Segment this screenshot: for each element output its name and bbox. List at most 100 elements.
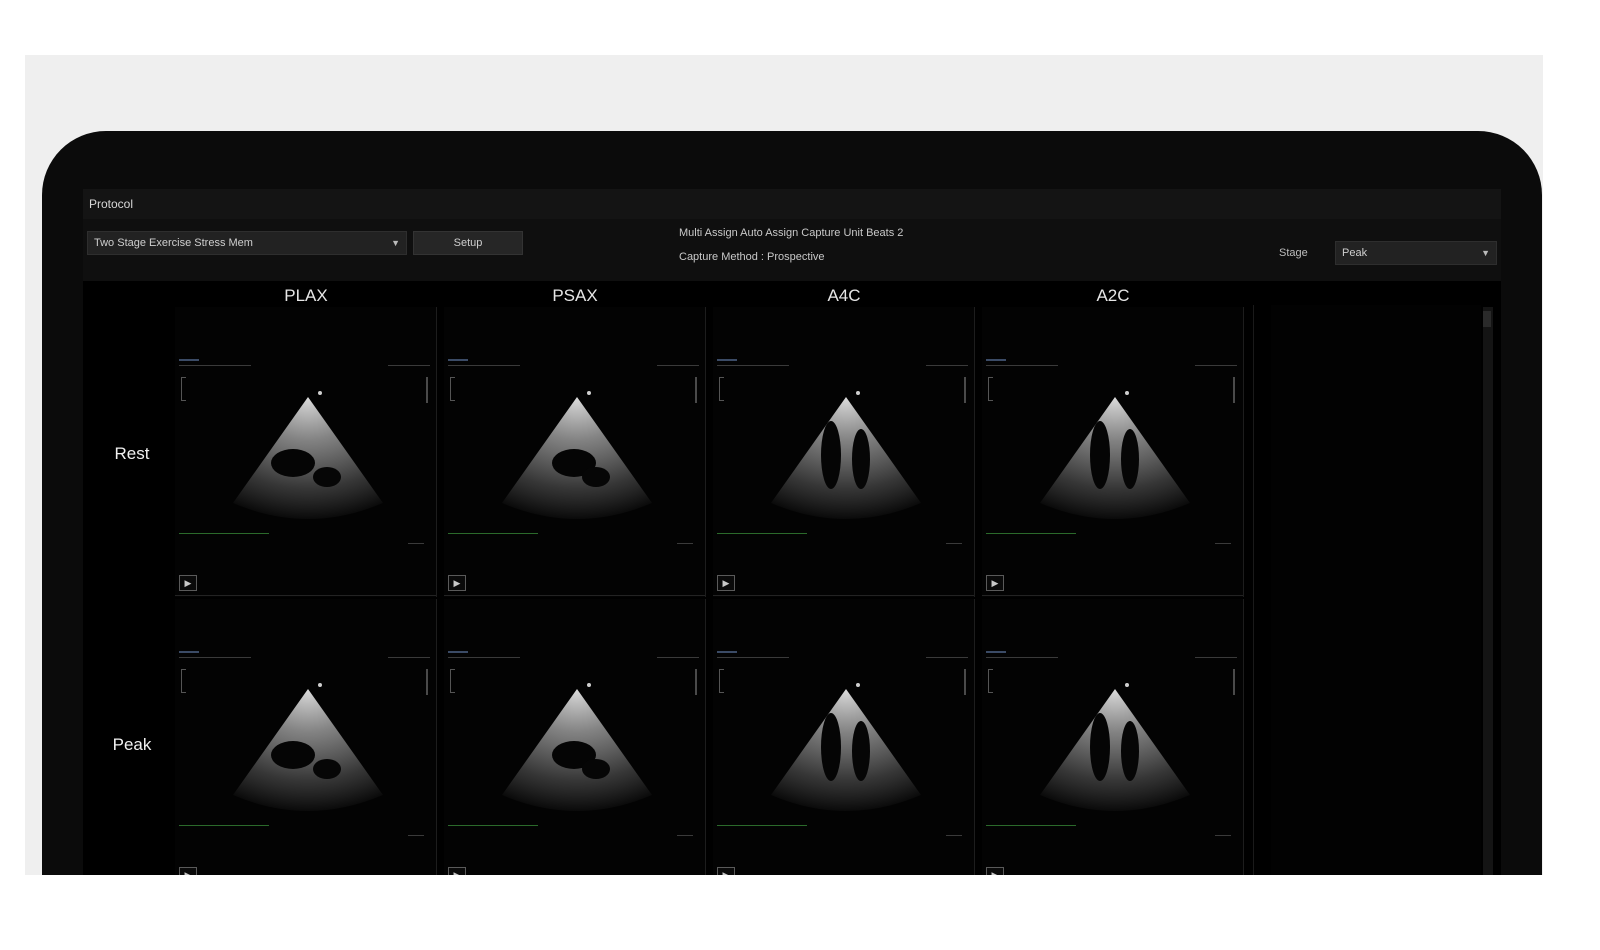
header-line bbox=[448, 657, 520, 658]
header-tag bbox=[179, 359, 199, 361]
backdrop: Protocol Two Stage Exercise Stress Mem ▼… bbox=[25, 55, 1543, 875]
depth-scale bbox=[450, 669, 455, 693]
ultrasound-image bbox=[771, 391, 921, 519]
ultrasound-image bbox=[1040, 683, 1190, 811]
header-line-right bbox=[1195, 365, 1237, 366]
app-screen: Protocol Two Stage Exercise Stress Mem ▼… bbox=[83, 189, 1501, 875]
depth-scale bbox=[988, 669, 993, 693]
gain-scale bbox=[1233, 377, 1235, 403]
play-icon[interactable]: ▶ bbox=[448, 575, 466, 591]
gain-scale bbox=[964, 669, 966, 695]
gain-scale bbox=[964, 377, 966, 403]
column-header-a4c: A4C bbox=[827, 286, 861, 305]
ecg-marker bbox=[408, 543, 424, 544]
ecg-marker bbox=[1215, 543, 1231, 544]
header-line bbox=[448, 365, 520, 366]
header-line bbox=[986, 657, 1058, 658]
header-line bbox=[717, 657, 789, 658]
protocol-bar: Protocol bbox=[83, 189, 1501, 219]
ecg-marker bbox=[677, 835, 693, 836]
depth-scale bbox=[719, 669, 724, 693]
header-tag bbox=[717, 651, 737, 653]
play-icon[interactable]: ▶ bbox=[986, 575, 1004, 591]
ultrasound-image bbox=[502, 683, 652, 811]
gain-scale bbox=[695, 377, 697, 403]
depth-scale bbox=[988, 377, 993, 401]
ecg-marker bbox=[1215, 835, 1231, 836]
tile-divider bbox=[713, 595, 974, 596]
header-line bbox=[717, 365, 789, 366]
vertical-scrollbar[interactable] bbox=[1483, 307, 1493, 875]
monitor-bezel: Protocol Two Stage Exercise Stress Mem ▼… bbox=[42, 131, 1542, 875]
header-line bbox=[986, 365, 1058, 366]
depth-scale bbox=[181, 669, 186, 693]
header-line bbox=[179, 365, 251, 366]
depth-scale bbox=[181, 377, 186, 401]
echo-tile-rest-a4c[interactable]: ▶ bbox=[713, 307, 975, 597]
protocol-title: Protocol bbox=[89, 197, 134, 211]
row-label-rest: Rest bbox=[114, 444, 150, 463]
gain-scale bbox=[695, 669, 697, 695]
play-icon[interactable]: ▶ bbox=[448, 867, 466, 875]
header-line-right bbox=[926, 365, 968, 366]
gain-scale bbox=[426, 669, 428, 695]
gain-scale bbox=[1233, 669, 1235, 695]
tile-divider bbox=[175, 595, 436, 596]
header-line-right bbox=[657, 657, 699, 658]
tile-divider bbox=[982, 595, 1243, 596]
header-tag bbox=[986, 651, 1006, 653]
header-tag bbox=[717, 359, 737, 361]
row-label-peak: Peak bbox=[112, 735, 152, 754]
stage-select[interactable]: Peak ▼ bbox=[1335, 241, 1497, 265]
echo-tile-rest-psax[interactable]: ▶ bbox=[444, 307, 706, 597]
play-icon[interactable]: ▶ bbox=[179, 575, 197, 591]
ultrasound-image bbox=[233, 391, 383, 519]
tile-divider bbox=[444, 595, 705, 596]
echo-tile-peak-psax[interactable]: ▶ bbox=[444, 599, 706, 875]
play-icon[interactable]: ▶ bbox=[179, 867, 197, 875]
echo-tile-peak-a2c[interactable]: ▶ bbox=[982, 599, 1244, 875]
ecg-marker bbox=[677, 543, 693, 544]
capture-info-line: Multi Assign Auto Assign Capture Unit Be… bbox=[679, 227, 904, 239]
ecg-marker bbox=[946, 835, 962, 836]
play-icon[interactable]: ▶ bbox=[717, 867, 735, 875]
depth-scale bbox=[719, 377, 724, 401]
header-line-right bbox=[926, 657, 968, 658]
stage-select-value: Peak bbox=[1342, 247, 1368, 259]
header-line bbox=[179, 657, 251, 658]
header-line-right bbox=[388, 657, 430, 658]
ecg-marker bbox=[946, 543, 962, 544]
play-icon[interactable]: ▶ bbox=[986, 867, 1004, 875]
side-panel bbox=[1271, 305, 1481, 875]
header-tag bbox=[179, 651, 199, 653]
column-header-psax: PSAX bbox=[552, 286, 598, 305]
header-tag bbox=[448, 651, 468, 653]
ultrasound-image bbox=[502, 391, 652, 519]
header-line-right bbox=[657, 365, 699, 366]
gain-scale bbox=[426, 377, 428, 403]
capture-method-line: Capture Method : Prospective bbox=[679, 251, 825, 263]
header-tag bbox=[448, 359, 468, 361]
control-bar: Two Stage Exercise Stress Mem ▼ Setup Mu… bbox=[83, 219, 1501, 281]
echo-tile-peak-plax[interactable]: ▶ bbox=[175, 599, 437, 875]
chevron-down-icon: ▼ bbox=[391, 238, 400, 248]
column-header-plax: PLAX bbox=[284, 286, 328, 305]
ultrasound-image bbox=[233, 683, 383, 811]
play-icon[interactable]: ▶ bbox=[717, 575, 735, 591]
ultrasound-image bbox=[1040, 391, 1190, 519]
echo-tile-rest-plax[interactable]: ▶ bbox=[175, 307, 437, 597]
protocol-select[interactable]: Two Stage Exercise Stress Mem ▼ bbox=[87, 231, 407, 255]
echo-tile-peak-a4c[interactable]: ▶ bbox=[713, 599, 975, 875]
echo-tile-rest-a2c[interactable]: ▶ bbox=[982, 307, 1244, 597]
stage-label: Stage bbox=[1279, 247, 1308, 259]
scroll-thumb[interactable] bbox=[1483, 311, 1491, 327]
protocol-select-value: Two Stage Exercise Stress Mem bbox=[94, 237, 253, 249]
setup-button[interactable]: Setup bbox=[413, 231, 523, 255]
column-header-a2c: A2C bbox=[1096, 286, 1130, 305]
ultrasound-image bbox=[771, 683, 921, 811]
header-line-right bbox=[388, 365, 430, 366]
header-tag bbox=[986, 359, 1006, 361]
depth-scale bbox=[450, 377, 455, 401]
chevron-down-icon: ▼ bbox=[1481, 248, 1490, 258]
header-line-right bbox=[1195, 657, 1237, 658]
